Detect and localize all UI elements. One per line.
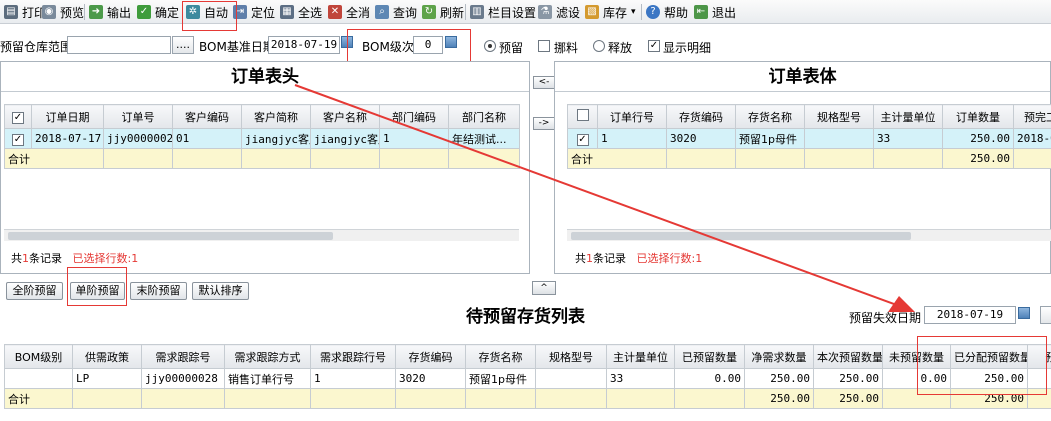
annotation-arrow: [294, 84, 915, 312]
arrow-line: [294, 84, 906, 309]
